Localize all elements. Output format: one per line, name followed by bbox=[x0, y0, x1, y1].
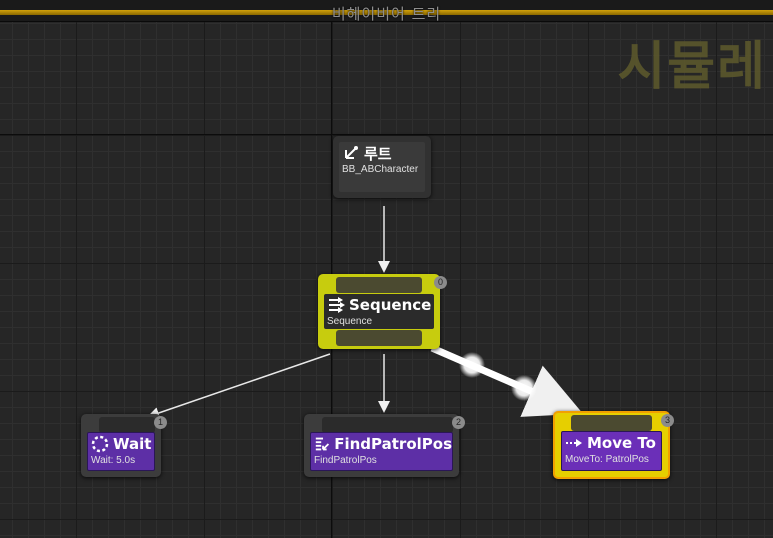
graph-title: 비헤이비어 트리 bbox=[331, 5, 442, 23]
node-body: 루트 BB_ABCharacter bbox=[339, 142, 425, 192]
execution-index-badge: 2 bbox=[452, 416, 465, 429]
output-pin[interactable] bbox=[336, 330, 422, 346]
node-subtitle: Sequence bbox=[327, 316, 373, 327]
wait-spinner-icon bbox=[91, 435, 109, 453]
execution-index-badge: 0 bbox=[434, 276, 447, 289]
node-body: Wait Wait: 5.0s bbox=[87, 432, 155, 471]
node-body: FindPatrolPos FindPatrolPos bbox=[310, 432, 453, 471]
input-pin[interactable] bbox=[571, 415, 652, 431]
node-title: Sequence bbox=[349, 296, 432, 314]
task-list-icon bbox=[315, 437, 330, 451]
node-sequence[interactable]: 0 Sequence Sequence bbox=[318, 274, 447, 349]
graph-canvas[interactable]: 시뮬레 루트 BB_ABCharacter 0 Sequence Sequenc… bbox=[0, 0, 773, 538]
node-subtitle: MoveTo: PatrolPos bbox=[565, 454, 649, 465]
node-body: Sequence Sequence bbox=[324, 294, 434, 329]
move-arrow-icon bbox=[566, 439, 582, 447]
node-find-patrol-pos[interactable]: 2 FindPatrolPos FindPatrolPos bbox=[304, 414, 465, 477]
node-body: Move To MoveTo: PatrolPos bbox=[561, 431, 662, 471]
node-root[interactable]: 루트 BB_ABCharacter bbox=[333, 136, 431, 198]
sequence-arrows-icon bbox=[329, 297, 345, 313]
node-title: FindPatrolPos bbox=[334, 435, 452, 453]
execution-index-badge: 3 bbox=[661, 414, 674, 427]
execution-index-badge: 1 bbox=[154, 416, 167, 429]
node-title: Move To bbox=[587, 434, 656, 452]
node-subtitle: Wait: 5.0s bbox=[91, 455, 136, 466]
input-pin[interactable] bbox=[336, 277, 422, 293]
node-move-to[interactable]: 3 Move To MoveTo: PatrolPos bbox=[553, 411, 674, 479]
node-wait[interactable]: 1 Wait Wait: 5.0s bbox=[81, 414, 167, 477]
input-pin[interactable] bbox=[99, 417, 155, 433]
input-pin[interactable] bbox=[322, 417, 453, 433]
node-title: 루트 bbox=[364, 144, 392, 163]
root-branch-icon bbox=[345, 146, 358, 159]
link-pulse bbox=[459, 352, 485, 378]
graph-title-bar: 비헤이비어 트리 bbox=[0, 0, 773, 23]
link-sequence-move-active bbox=[430, 344, 583, 417]
node-subtitle: FindPatrolPos bbox=[314, 455, 377, 466]
node-title: Wait bbox=[113, 435, 152, 453]
link-sequence-wait bbox=[147, 353, 331, 419]
link-pulse bbox=[511, 375, 537, 401]
node-subtitle: BB_ABCharacter bbox=[342, 164, 419, 175]
